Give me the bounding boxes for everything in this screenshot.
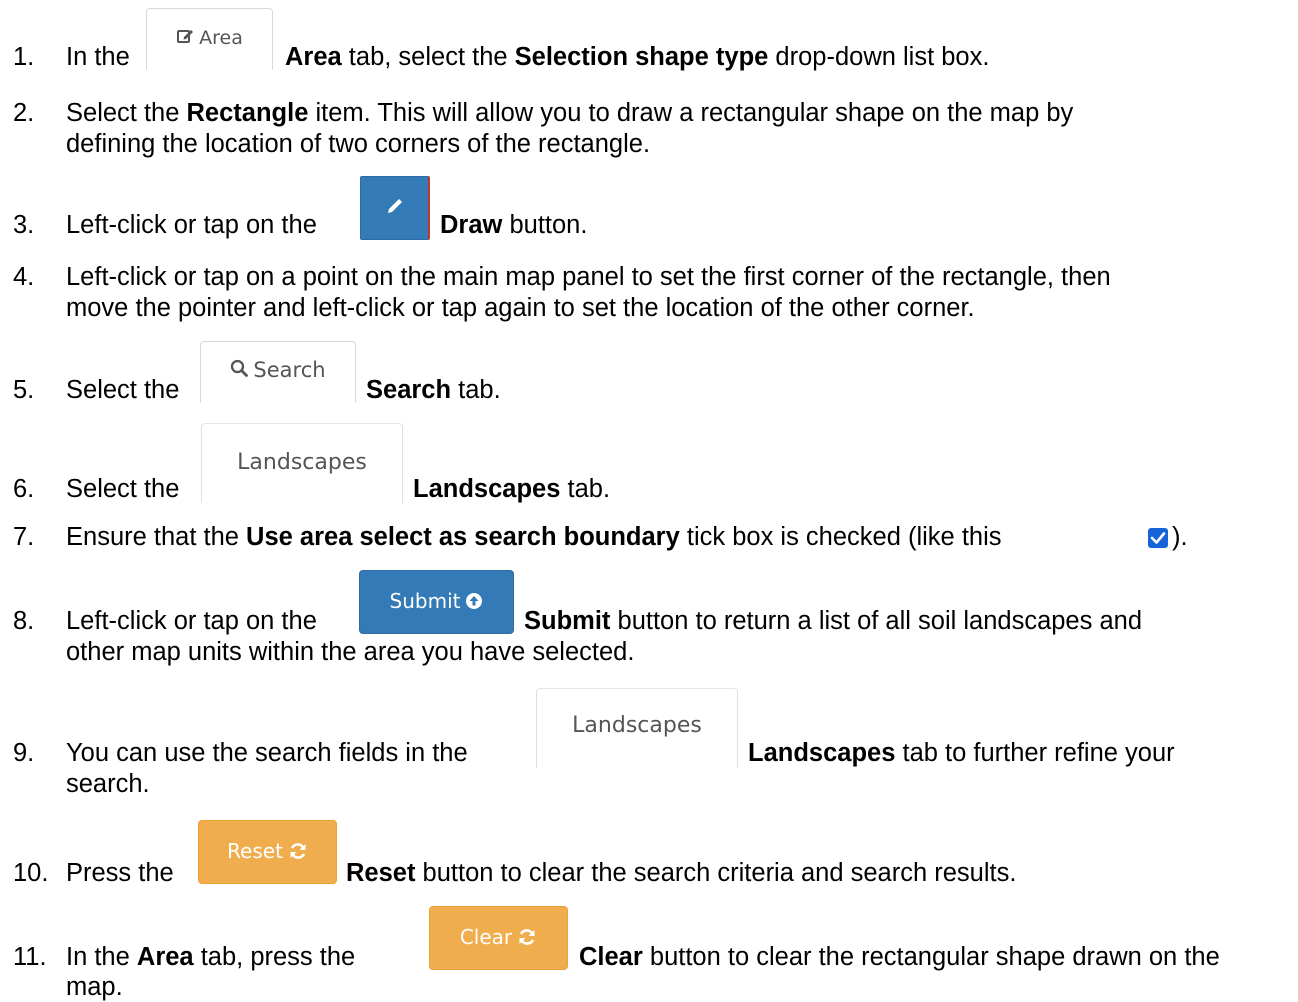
step-text: drop-down list box. xyxy=(775,43,990,71)
step-text: In the xyxy=(66,943,130,971)
step-text: Left-click or tap on the xyxy=(66,607,317,635)
landscapes-tab-image: Landscapes xyxy=(201,423,403,503)
step-bold: Selection shape type xyxy=(514,43,769,71)
step-number: 7. xyxy=(13,523,35,551)
draw-button-image xyxy=(360,176,430,240)
step-4-cont: move the pointer and left-click or tap a… xyxy=(66,293,975,323)
step-text: Select the xyxy=(66,376,180,404)
step-text: map. xyxy=(66,973,123,1001)
area-tab-image: Area xyxy=(146,8,273,70)
step-number: 9. xyxy=(13,739,35,767)
landscapes-tab-label: Landscapes xyxy=(237,450,367,475)
landscapes-tab-label: Landscapes xyxy=(572,713,702,738)
step-number: 8. xyxy=(13,607,35,635)
landscapes-tab-image-2: Landscapes xyxy=(536,688,738,768)
search-tab-image: Search xyxy=(200,341,356,403)
clear-button-image: Clear xyxy=(429,906,568,970)
step-number: 11. xyxy=(13,943,47,971)
step-text: Press the xyxy=(66,859,174,887)
step-text: Select the xyxy=(66,475,180,503)
step-text: tab. xyxy=(567,475,611,503)
checked-checkbox-icon xyxy=(1148,528,1168,548)
search-icon xyxy=(230,358,249,382)
circle-arrow-up-icon xyxy=(465,591,483,615)
step-text: In the xyxy=(66,43,130,71)
step-bold: Rectangle xyxy=(186,99,309,127)
step-number: 2. xyxy=(13,99,35,127)
step-text: tick box is checked (like this xyxy=(686,523,1002,551)
step-bold: Draw xyxy=(440,211,503,239)
step-text: item. This will allow you to draw a rect… xyxy=(315,99,1074,127)
step-bold: Landscapes xyxy=(748,739,896,767)
step-9-cont: search. xyxy=(66,769,150,799)
step-text: search. xyxy=(66,770,150,798)
step-text: button. xyxy=(509,211,588,239)
step-text: Select the xyxy=(66,99,180,127)
search-tab-label: Search xyxy=(253,358,326,382)
step-text: You can use the search fields in the xyxy=(66,739,468,767)
step-bold: Landscapes xyxy=(413,475,561,503)
step-text: tab, select the xyxy=(348,43,508,71)
step-bold: Use area select as search boundary xyxy=(246,523,680,551)
step-text: Left-click or tap on a point on the main… xyxy=(66,263,1111,291)
step-text: Ensure that the xyxy=(66,523,239,551)
step-text: button to return a list of all soil land… xyxy=(617,607,1142,635)
pencil-icon xyxy=(384,195,406,222)
step-text: button to clear the rectangular shape dr… xyxy=(649,943,1220,971)
step-number: 4. xyxy=(13,263,35,291)
step-text: defining the location of two corners of … xyxy=(66,130,651,158)
step-bold: Area xyxy=(285,43,342,71)
submit-button-label: Submit xyxy=(389,589,461,613)
step-11-cont: map. xyxy=(66,972,123,1002)
step-bold: Search xyxy=(366,376,452,404)
step-number: 6. xyxy=(13,475,35,503)
refresh-icon xyxy=(288,841,308,866)
step-2-cont: defining the location of two corners of … xyxy=(66,129,650,159)
step-number: 5. xyxy=(13,376,35,404)
step-bold: Submit xyxy=(524,607,611,635)
step-text: Left-click or tap on the xyxy=(66,211,317,239)
step-bold: Clear xyxy=(579,943,643,971)
step-8-cont: other map units within the area you have… xyxy=(66,637,634,667)
step-text: move the pointer and left-click or tap a… xyxy=(66,294,975,322)
reset-button-image: Reset xyxy=(198,820,337,884)
step-text: ). xyxy=(1172,523,1188,551)
step-number: 1. xyxy=(13,43,35,71)
refresh-icon xyxy=(517,927,537,952)
step-number: 3. xyxy=(13,211,35,239)
step-number: 10. xyxy=(13,859,49,887)
area-tab-label: Area xyxy=(199,27,243,49)
edit-icon xyxy=(176,27,194,50)
step-text: other map units within the area you have… xyxy=(66,638,635,666)
clear-button-label: Clear xyxy=(459,925,513,949)
step-text: tab. xyxy=(458,376,501,404)
reset-button-label: Reset xyxy=(227,839,283,863)
step-text: button to clear the search criteria and … xyxy=(422,859,1017,887)
submit-button-image: Submit xyxy=(359,570,514,634)
step-bold: Area xyxy=(136,943,194,971)
step-text: tab, press the xyxy=(200,943,356,971)
step-bold: Reset xyxy=(346,859,416,887)
step-text: tab to further refine your xyxy=(902,739,1175,767)
